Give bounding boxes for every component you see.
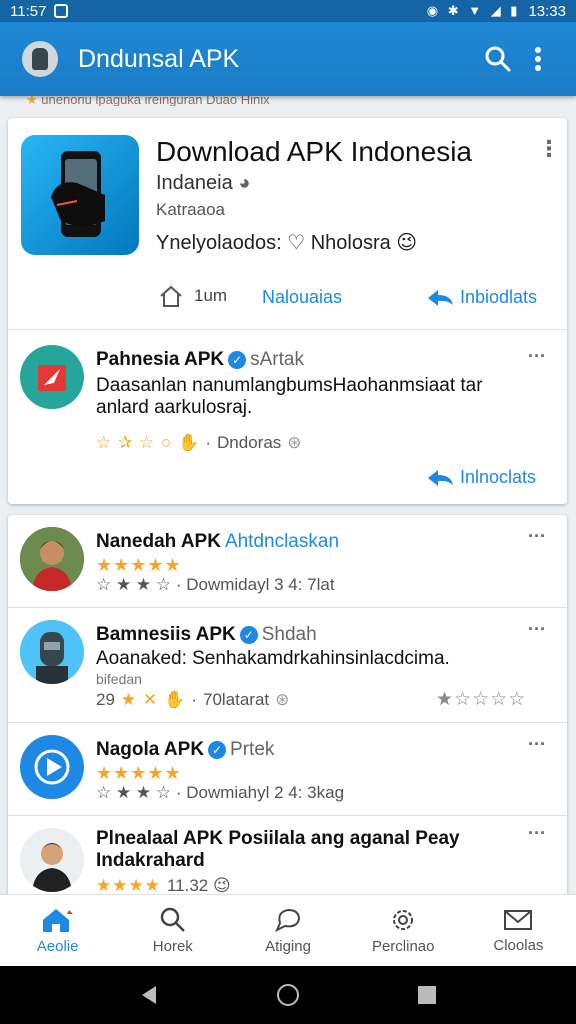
post-meta: ☆ ★ ★ ☆ · Dowmidayl 3 4: 7lat	[96, 575, 335, 594]
post-text: Daasanlan nanumlangbumsHaohanmsiaat tar …	[96, 375, 483, 418]
home-action[interactable]: 1um	[158, 284, 227, 308]
hero-app[interactable]: Download APK Indonesia Indaneia ◕ Katraa…	[8, 118, 567, 330]
reply-arrow-icon	[428, 289, 453, 306]
post-menu-icon[interactable]: ···	[528, 620, 546, 638]
verified-icon: ✓	[239, 626, 258, 644]
status-clock: 13:33	[528, 2, 566, 20]
badge-icon: ⊛	[287, 433, 302, 452]
home-circle-icon[interactable]	[275, 982, 301, 1008]
avatar	[20, 735, 84, 799]
post-meta: 29 ★ ✕ ✋ · 70latarat ⊛	[96, 690, 290, 709]
post-menu-icon[interactable]: ···	[528, 824, 546, 842]
nav-home[interactable]: Aeolie	[0, 895, 115, 966]
feed-card: Nanedah APK Ahtdnclaskan ··· ★★★★★ ☆ ★ ★…	[8, 515, 567, 910]
gear-icon	[393, 910, 414, 930]
post-menu-icon[interactable]: ···	[528, 735, 546, 753]
post-author: Nagola APK ✓ Prtek	[96, 739, 275, 760]
reply-arrow-icon	[428, 469, 453, 486]
rating-stars: ★☆☆☆☆	[436, 689, 527, 710]
hero-actions: 1um Nalouaias Inbiodlats	[8, 278, 567, 318]
avatar	[20, 527, 84, 591]
more-vert-icon	[535, 47, 541, 71]
post-meta: ☆ ★ ★ ☆ · Dowmiahyl 2 4: 3kag	[96, 783, 345, 802]
rating-stars: ★★★★	[96, 876, 161, 895]
rating-stars: ★★★★★	[96, 555, 182, 575]
post-download-action[interactable]: Inlnoclats	[426, 467, 536, 488]
post-author: Bamnesiis APK ✓ Shdah	[96, 624, 317, 645]
badge-icon: ⊛	[275, 690, 290, 709]
verified-icon: ✓	[228, 351, 247, 369]
search-icon	[160, 907, 185, 932]
hero-category: Katraaoa	[156, 200, 225, 219]
hero-title: Download APK Indonesia	[156, 136, 472, 167]
search-icon	[485, 46, 511, 72]
link-action[interactable]: Nalouaias	[262, 287, 342, 308]
post-meta: ☆ ✰ ☆ ○ ✋ · Dndoras ⊛	[96, 433, 302, 452]
post-meta: ★★★★ 11.32 😉	[96, 876, 231, 895]
list-item[interactable]: Bamnesiis APK ✓ Shdah ··· Aoanaked: Senh…	[8, 608, 567, 722]
nav-mail[interactable]: Cloolas	[461, 895, 576, 966]
more-icon[interactable]: ⋮	[538, 138, 560, 160]
app-title: Dndunsal APK	[78, 44, 240, 73]
mail-icon	[504, 910, 533, 930]
avatar	[20, 620, 84, 684]
system-navigation-bar	[0, 966, 576, 1024]
post-subname: Indakrahard	[96, 850, 205, 871]
hero-subtitle: Indaneia ◕	[156, 172, 251, 194]
list-item[interactable]: Nagola APK ✓ Prtek ··· ★★★★★ ☆ ★ ★ ☆ · D…	[8, 723, 567, 815]
post-menu-icon[interactable]: ···	[528, 347, 546, 365]
list-item[interactable]: Nanedah APK Ahtdnclaskan ··· ★★★★★ ☆ ★ ★…	[8, 515, 567, 607]
overflow-menu-button[interactable]	[518, 39, 558, 79]
nav-messaging[interactable]: Atiging	[230, 895, 345, 966]
avatar	[20, 828, 84, 892]
post-author: Plnealaal APK Posiilala ang aganal Peay	[96, 828, 460, 849]
play-icon	[34, 749, 70, 785]
star-icon: ★ ✕	[120, 690, 159, 709]
post-author: Pahnesia APK ✓ sArtak	[96, 349, 304, 370]
post-subtext: bifedan	[96, 671, 142, 687]
avatar	[20, 345, 84, 409]
bottom-navigation: Aeolie Horek Atiging Perclinao Cloolas	[0, 894, 576, 966]
rating-stars: ★★★★★	[96, 763, 182, 783]
featured-card: Download APK Indonesia Indaneia ◕ Katraa…	[8, 118, 567, 504]
hand-icon: ✋	[164, 690, 186, 709]
verified-icon: ✓	[208, 741, 227, 759]
status-time: 11:57	[10, 2, 47, 20]
app-icon	[21, 135, 139, 255]
globe-icon: ◕	[238, 172, 251, 194]
app-bar: Dndunsal APK	[0, 22, 576, 96]
back-icon[interactable]	[138, 984, 160, 1006]
post-text: Aoanaked: Senhakamdrkahinsinlacdcima.	[96, 648, 450, 669]
home-icon	[42, 909, 73, 932]
chat-icon	[275, 908, 301, 933]
app-logo[interactable]	[22, 41, 58, 77]
post-menu-icon[interactable]: ···	[528, 527, 546, 545]
recents-icon[interactable]	[416, 984, 438, 1006]
download-action[interactable]: Inbiodlats	[426, 287, 537, 308]
nav-search[interactable]: Horek	[115, 895, 230, 966]
hero-tagline: Ynelyolaodos: ♡ Nholosra 😉	[156, 232, 418, 254]
post-author: Nanedah APK Ahtdnclaskan	[96, 531, 340, 552]
search-button[interactable]	[478, 39, 518, 79]
home-icon	[160, 285, 182, 307]
feature-post[interactable]: Pahnesia APK ✓ sArtak ··· Daasanlan nanu…	[8, 331, 567, 504]
signal-icons: ◉ ✱ ▼ ◢ ▮	[426, 3, 521, 18]
nav-settings[interactable]: Perclinao	[346, 895, 461, 966]
hand-icon: ✋	[178, 433, 200, 452]
status-bar: 11:57 ◉ ✱ ▼ ◢ ▮ 13:33	[0, 0, 576, 22]
notification-icon	[54, 4, 69, 18]
